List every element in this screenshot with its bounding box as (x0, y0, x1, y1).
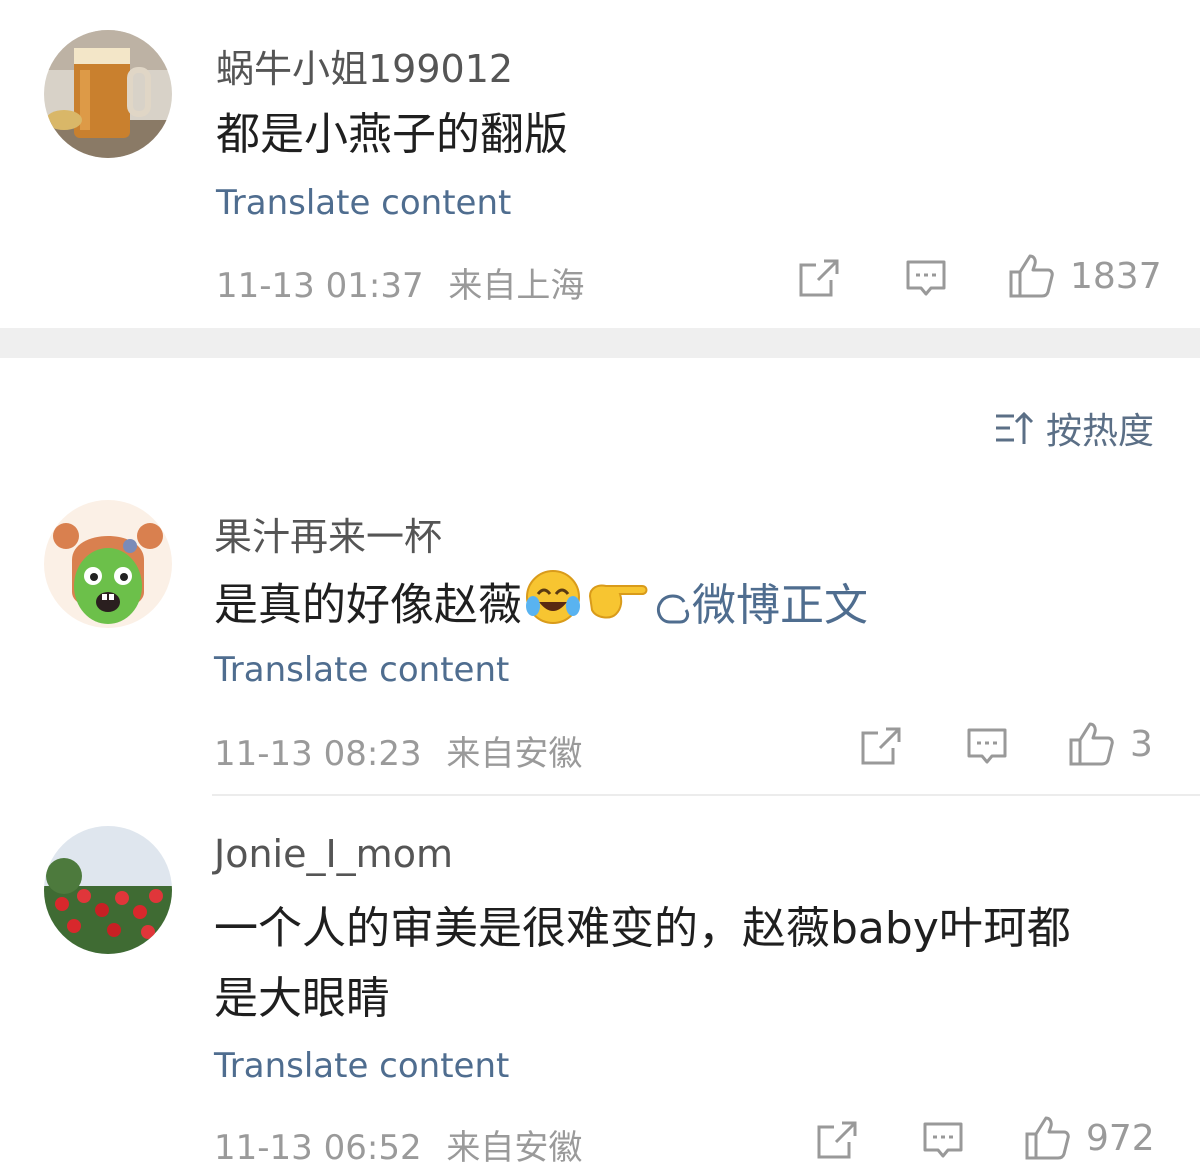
like-button[interactable]: 1837 (1008, 252, 1162, 300)
comment-icon (923, 1122, 963, 1158)
translate-link[interactable]: Translate content (214, 1046, 509, 1086)
like-button[interactable]: 3 (1068, 720, 1153, 768)
like-button[interactable]: 972 (1024, 1114, 1155, 1162)
section-separator (0, 328, 1200, 358)
like-count: 1837 (1070, 255, 1162, 297)
weibo-link[interactable]: 微博正文 (652, 580, 868, 631)
avatar[interactable] (44, 826, 172, 954)
comment-icon (906, 260, 946, 296)
pointing-hand-emoji-icon (586, 573, 650, 643)
comment-text: 一个人的审美是很难变的，赵薇baby叶珂都 是大眼睛 (214, 894, 1071, 1034)
comment-meta: 11-13 06:52 来自安徽 (214, 1120, 582, 1169)
translate-link[interactable]: Translate content (214, 650, 509, 690)
translate-link[interactable]: Translate content (216, 183, 511, 223)
comment-item: 蜗牛小姐199012 都是小燕子的翻版 Translate content 11… (0, 0, 1200, 328)
laughing-tears-emoji-icon (524, 568, 582, 647)
username[interactable]: Jonie_I_mom (214, 832, 453, 876)
comment-text-line: 是大眼睛 (214, 973, 390, 1024)
comment-item: Jonie_I_mom 一个人的审美是很难变的，赵薇baby叶珂都 是大眼睛 T… (0, 796, 1200, 1168)
reply-button[interactable] (922, 1120, 964, 1162)
comment-text: 是真的好像赵薇 微博正文 (214, 568, 868, 647)
like-count: 3 (1130, 723, 1153, 765)
username[interactable]: 果汁再来一杯 (214, 506, 442, 561)
thumbs-up-icon (1009, 254, 1054, 298)
share-icon (861, 727, 901, 765)
location: 来自安徽 (446, 734, 583, 774)
weibo-link-label: 微博正文 (692, 579, 868, 631)
share-icon (799, 259, 839, 297)
like-count: 972 (1086, 1117, 1155, 1159)
reply-button[interactable] (966, 726, 1008, 768)
share-button[interactable] (798, 258, 840, 298)
timestamp: 11-13 01:37 (216, 266, 424, 306)
timestamp: 11-13 06:52 (214, 1128, 422, 1168)
username[interactable]: 蜗牛小姐199012 (216, 38, 513, 93)
share-button[interactable] (816, 1120, 858, 1160)
thumbs-up-icon (1069, 722, 1114, 766)
comment-text: 都是小燕子的翻版 (216, 109, 568, 160)
sort-icon (995, 411, 1034, 444)
roses-avatar-icon (44, 826, 172, 954)
sort-label: 按热度 (1045, 411, 1154, 452)
avatar[interactable] (44, 30, 172, 158)
share-button[interactable] (860, 726, 902, 766)
comment-icon (967, 728, 1007, 764)
avatar[interactable] (44, 500, 172, 628)
location: 来自上海 (448, 266, 585, 306)
comment-body: 是真的好像赵薇 (214, 579, 522, 631)
comment-meta: 11-13 08:23 来自安徽 (214, 726, 582, 775)
comment-item: 果汁再来一杯 是真的好像赵薇 微博正文 Translate content 11-… (0, 490, 1200, 794)
comment-meta: 11-13 01:37 来自上海 (216, 258, 584, 307)
location: 来自安徽 (446, 1128, 583, 1168)
beer-mug-avatar-icon (44, 30, 172, 158)
cartoon-girl-avatar-icon (44, 500, 172, 628)
sort-toggle[interactable]: 按热度 (994, 402, 1154, 454)
share-icon (817, 1121, 857, 1159)
thumbs-up-icon (1025, 1116, 1070, 1160)
reply-button[interactable] (905, 258, 947, 300)
timestamp: 11-13 08:23 (214, 734, 422, 774)
link-icon (656, 594, 690, 623)
comment-text-line: 一个人的审美是很难变的，赵薇baby叶珂都 (214, 903, 1071, 954)
